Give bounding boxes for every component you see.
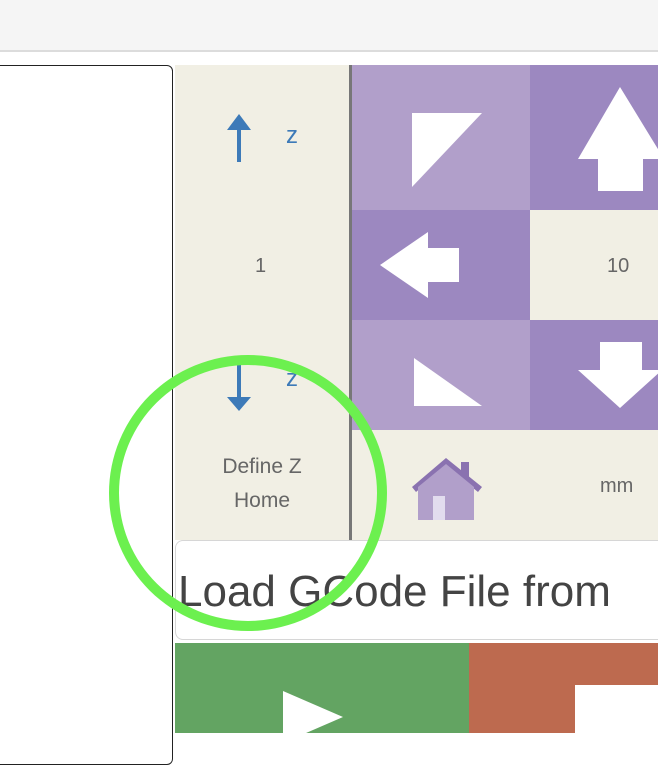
load-gcode-label: Load GCode File from xyxy=(178,567,611,616)
run-button[interactable] xyxy=(175,643,469,733)
xy-jog-pad: 10 mm xyxy=(352,65,658,540)
define-z-home-button[interactable]: Define Z Home xyxy=(175,450,349,518)
stop-icon xyxy=(575,685,658,733)
z-step-value: 1 xyxy=(255,255,267,277)
define-home-line2: Home xyxy=(233,489,291,512)
arrow-left-icon xyxy=(380,232,459,298)
z-up-axis-label: z xyxy=(286,122,298,149)
arrow-down-icon xyxy=(227,365,251,411)
play-icon xyxy=(283,691,343,733)
browser-top-bar xyxy=(0,0,658,52)
home-button[interactable] xyxy=(352,430,530,540)
jog-down-button[interactable] xyxy=(530,320,658,430)
xy-step-value: 10 xyxy=(607,255,630,277)
triangle-up-left-icon xyxy=(412,113,482,187)
jog-left-button[interactable] xyxy=(352,210,530,320)
jog-up-left-button[interactable] xyxy=(352,65,530,210)
jog-down-left-button[interactable] xyxy=(352,320,530,430)
unit-label: mm xyxy=(600,475,634,497)
arrow-up-icon xyxy=(578,87,658,191)
define-home-line1: Define Z xyxy=(222,455,302,478)
arrow-down-icon xyxy=(578,342,658,408)
triangle-down-left-icon xyxy=(414,358,482,406)
z-down-axis-label: z xyxy=(286,365,298,392)
stop-button[interactable] xyxy=(469,643,658,733)
jog-center: 10 xyxy=(530,210,658,320)
load-gcode-button[interactable]: Load GCode File from xyxy=(175,540,658,640)
jog-up-button[interactable] xyxy=(530,65,658,210)
left-panel xyxy=(0,65,173,765)
z-up-button[interactable]: z xyxy=(200,100,330,180)
home-icon xyxy=(412,458,482,520)
arrow-up-icon xyxy=(227,114,251,162)
unit-cell: mm xyxy=(530,430,658,540)
z-down-button[interactable]: z xyxy=(200,355,330,415)
